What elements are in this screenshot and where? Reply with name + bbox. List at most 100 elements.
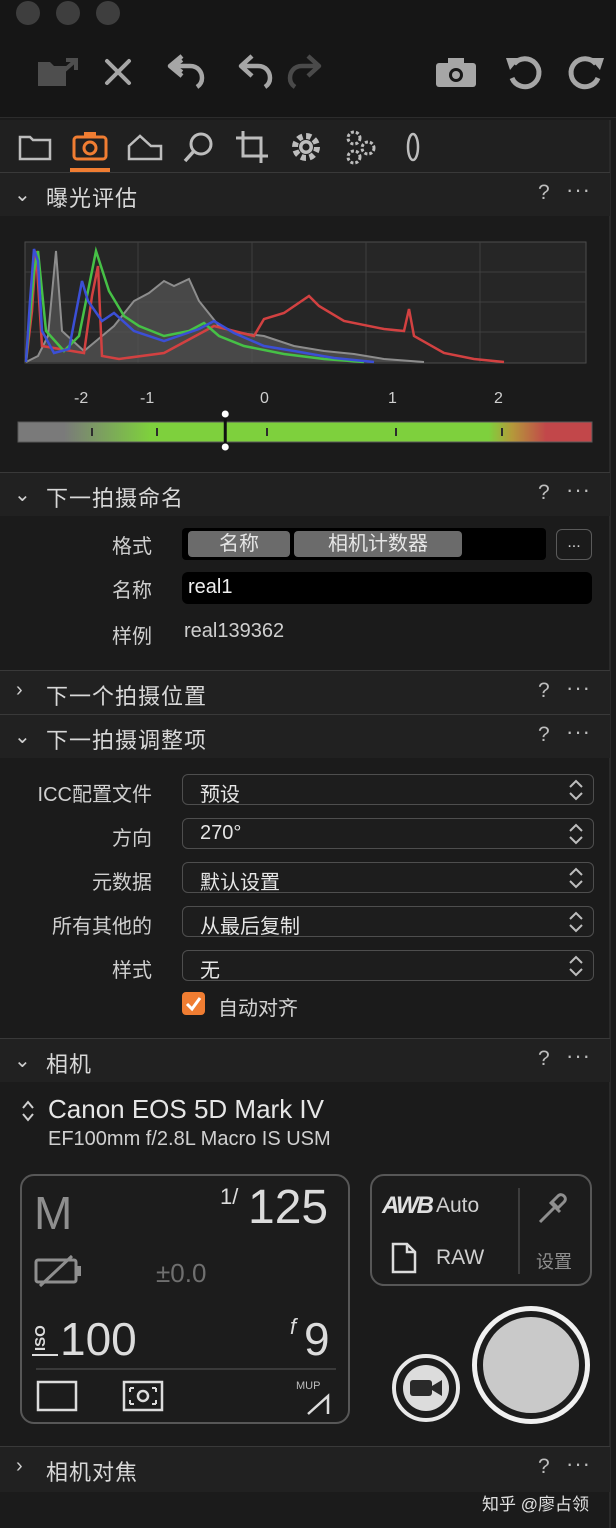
rotate-ccw-icon[interactable] [504,52,544,92]
histogram [24,241,587,364]
crop-tab[interactable] [234,129,270,165]
help-button[interactable]: ? [538,1047,550,1071]
icc-select[interactable]: 预设 [182,774,594,806]
metadata-select[interactable]: 默认设置 [182,862,594,894]
all-others-label: 所有其他的 [52,916,152,938]
scale-label: -2 [74,390,89,407]
import-icon[interactable] [36,54,84,90]
watermark: 知乎 @廖占领 [482,1495,589,1514]
metering-mode-icon[interactable] [122,1380,164,1412]
format-more-button[interactable]: ... [556,529,592,560]
camera-model[interactable]: Canon EOS 5D Mark IV [48,1094,324,1125]
capture-tab[interactable] [72,130,108,162]
capture-shutter-button[interactable] [472,1306,590,1424]
select-value: 无 [200,960,220,982]
camera-select-icon[interactable] [20,1098,36,1124]
help-button[interactable]: ? [538,1455,550,1479]
gears-icon [346,130,362,146]
meter-dot [221,410,229,418]
delete-icon[interactable] [102,56,134,88]
all-others-select[interactable]: 从最后复制 [182,906,594,938]
shooting-mode[interactable]: M [34,1186,72,1240]
window-toolbar [0,0,616,118]
sample-label: 样例 [112,626,152,648]
exposure-compensation[interactable]: ±0.0 [156,1258,206,1289]
more-button[interactable]: ··· [566,177,591,203]
zoom-window-button[interactable] [96,1,120,25]
mirror-up-label: MUP [296,1380,321,1392]
token-name[interactable]: 名称 [188,531,290,557]
styles-select[interactable]: 无 [182,950,594,982]
token-camera-counter[interactable]: 相机计数器 [294,531,462,557]
search-tab[interactable] [182,130,216,164]
lens-icon [406,132,420,162]
select-value: 270° [200,822,242,844]
more-button[interactable]: ··· [566,477,591,503]
styles-label: 样式 [112,960,152,982]
section-title: 下一拍摄命名 [46,486,185,511]
settings-label[interactable]: 设置 [536,1248,572,1274]
exposure-section-header[interactable]: ⌄ 曝光评估 ? ··· [0,172,610,216]
autoalign-label[interactable]: 自动对齐 [218,992,298,1021]
camera-section-header[interactable]: ⌄ 相机 ? ··· [0,1038,610,1082]
location-section-header[interactable]: › 下一个拍摄位置 ? ··· [0,670,610,714]
adjust-icon [127,134,163,161]
video-record-button[interactable] [392,1354,460,1422]
help-button[interactable]: ? [538,723,550,747]
eyedropper-icon[interactable] [534,1192,570,1228]
name-label: 名称 [112,580,152,602]
mirror-up-icon[interactable] [306,1392,336,1416]
lens-tab[interactable] [402,130,424,164]
help-button[interactable]: ? [538,679,550,703]
orientation-select[interactable]: 270° [182,818,594,849]
adjust-section-header[interactable]: ⌄ 下一拍摄调整项 ? ··· [0,714,610,758]
scale-label: 2 [494,390,503,407]
chevron-right-icon: › [16,679,23,701]
more-button[interactable]: ··· [566,1043,591,1069]
close-window-button[interactable] [16,1,40,25]
iso-label: ISO [32,1322,58,1356]
settings-tab[interactable] [288,129,324,165]
scale-label: -1 [140,390,155,407]
help-button[interactable]: ? [538,181,550,205]
name-input[interactable]: real1 [182,572,592,604]
adjust-tab[interactable] [126,132,164,162]
orientation-label: 方向 [112,828,152,850]
camera-icon[interactable] [434,56,478,88]
sample-value: real139362 [184,620,285,642]
gears-tab[interactable] [342,128,378,166]
file-format-value[interactable]: RAW [436,1246,484,1270]
aperture-value[interactable]: 9 [304,1312,330,1366]
undo-icon[interactable] [166,52,206,90]
shutter-speed[interactable]: 125 [248,1180,328,1235]
autoalign-checkbox[interactable] [182,992,205,1015]
naming-section-header[interactable]: ⌄ 下一拍摄命名 ? ··· [0,472,610,516]
section-title: 相机 [46,1052,93,1077]
focus-section-header[interactable]: › 相机对焦 ? ··· [0,1446,610,1492]
aspect-frame-icon[interactable] [36,1380,78,1412]
rotate-cw-icon[interactable] [566,52,606,92]
redo-icon[interactable] [286,52,322,90]
exposure-controls-box: M 1/ 125 ±0.0 ISO 100 f 9 MUP [20,1174,350,1424]
help-button[interactable]: ? [538,481,550,505]
exposure-meter [17,410,593,451]
icc-label: ICC配置文件 [37,784,152,806]
chevron-updown-icon [569,911,583,933]
shutter-fraction: 1/ [220,1184,239,1209]
more-button[interactable]: ··· [566,675,591,701]
aperture-label: f [290,1314,297,1339]
more-button[interactable]: ··· [566,1451,591,1477]
section-title: 下一个拍摄位置 [46,684,208,709]
iso-value[interactable]: 100 [60,1312,137,1366]
rotate-left-icon[interactable] [238,52,274,90]
format-token-field[interactable]: 名称 相机计数器 [182,528,546,560]
minimize-window-button[interactable] [56,1,80,25]
tool-tab-bar [0,120,610,174]
more-button[interactable]: ··· [566,719,591,745]
white-balance-value[interactable]: Auto [436,1194,479,1218]
select-value: 默认设置 [200,872,280,894]
folder-icon [18,135,52,161]
format-label: 格式 [112,536,152,558]
library-tab[interactable] [18,132,54,162]
lens-model: EF100mm f/2.8L Macro IS USM [48,1128,331,1150]
